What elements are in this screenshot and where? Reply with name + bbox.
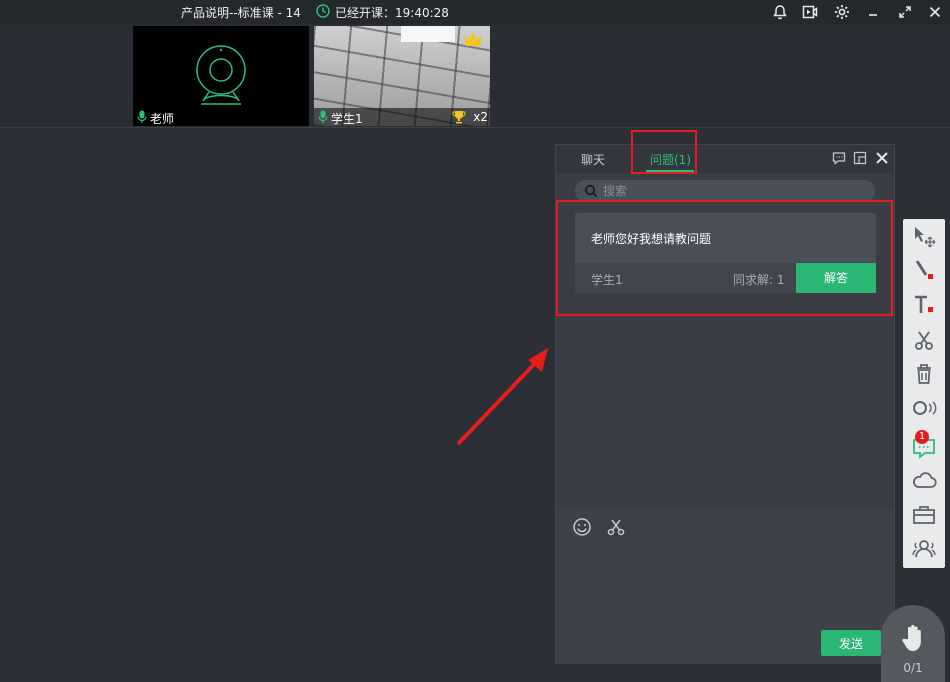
cloud-tool[interactable]	[909, 467, 939, 495]
message-icon[interactable]	[832, 151, 846, 165]
clock-icon	[316, 4, 330, 18]
pen-tool[interactable]	[909, 257, 939, 285]
video-record-icon[interactable]	[801, 3, 819, 21]
student-video[interactable]: 学生1 x2	[314, 26, 490, 126]
window-title: 产品说明--标准课 - 14	[181, 6, 301, 20]
pen-icon	[915, 260, 933, 279]
teacher-label: 老师	[133, 108, 309, 126]
microphone-icon	[137, 110, 147, 123]
webcam-icon	[196, 45, 246, 105]
ceiling-light	[401, 26, 455, 42]
close-panel-icon[interactable]	[875, 151, 889, 165]
gear-icon[interactable]	[833, 3, 851, 21]
teacher-video[interactable]: 老师	[133, 26, 309, 126]
cloud-icon	[913, 472, 937, 488]
screenshot-scissors-icon[interactable]	[606, 517, 626, 537]
toolbox-icon	[913, 506, 935, 524]
trophy-icon	[452, 111, 466, 124]
scissors-icon	[915, 331, 933, 350]
select-move-tool[interactable]	[909, 223, 939, 251]
search-box[interactable]	[575, 180, 875, 202]
crown-icon	[464, 32, 482, 46]
text-icon	[915, 295, 933, 313]
users-tool[interactable]	[909, 535, 939, 563]
panel-header: 聊天 问题(1)	[556, 145, 894, 173]
trophy-count: x2	[473, 110, 488, 124]
laser-pointer-tool[interactable]	[909, 394, 939, 422]
scissors-tool[interactable]	[909, 326, 939, 354]
whiteboard-toolbar: 1	[903, 219, 945, 568]
class-elapsed-time: 已经开课：19:40:28	[335, 6, 449, 20]
highlight-question-box	[556, 200, 893, 316]
raise-hand-button[interactable]: 0/1	[881, 605, 945, 682]
student-name: 学生1	[331, 112, 363, 126]
question-tool[interactable]: 1	[909, 430, 939, 461]
delete-tool[interactable]	[909, 360, 939, 388]
video-strip: 老师 学生1 x2	[0, 24, 950, 128]
users-icon	[912, 540, 936, 558]
emoji-icon[interactable]	[572, 517, 592, 537]
microphone-icon	[318, 110, 328, 123]
popout-icon[interactable]	[853, 151, 867, 165]
message-input-area[interactable]: 发送	[556, 509, 894, 664]
toolbox-tool[interactable]	[909, 501, 939, 529]
bell-icon[interactable]	[771, 3, 789, 21]
search-icon	[584, 184, 598, 198]
laser-pointer-icon	[913, 401, 937, 415]
hand-icon	[902, 624, 921, 651]
search-input[interactable]	[603, 183, 863, 199]
highlight-tab-box	[631, 130, 697, 174]
select-move-icon	[915, 227, 936, 248]
trash-icon	[917, 364, 931, 384]
tab-chat[interactable]: 聊天	[581, 151, 605, 168]
student-label: 学生1 x2	[314, 108, 490, 126]
raise-hand-count: 0/1	[903, 661, 923, 675]
text-tool[interactable]	[909, 291, 939, 319]
teacher-name: 老师	[150, 112, 175, 126]
minimize-icon[interactable]	[864, 3, 882, 21]
annotation-arrow-icon	[456, 348, 548, 446]
close-icon[interactable]	[926, 3, 944, 21]
question-badge: 1	[915, 430, 929, 444]
send-button[interactable]: 发送	[821, 630, 881, 656]
restore-icon[interactable]	[896, 3, 914, 21]
title-bar: 产品说明--标准课 - 14 已经开课：19:40:28	[0, 0, 950, 24]
